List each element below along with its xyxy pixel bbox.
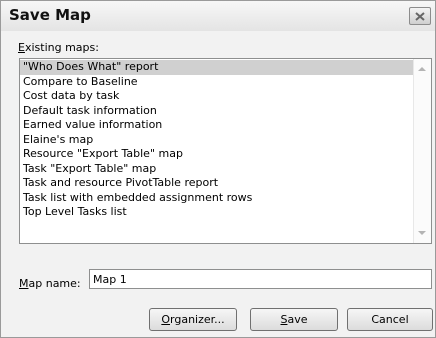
existing-maps-list[interactable]: "Who Does What" report Compare to Baselin… xyxy=(19,58,432,244)
map-name-input[interactable] xyxy=(89,269,432,289)
cancel-button[interactable]: Cancel xyxy=(347,308,433,331)
scroll-down-arrow-icon[interactable] xyxy=(418,231,426,235)
list-item[interactable]: Resource "Export Table" map xyxy=(20,147,413,162)
existing-maps-items: "Who Does What" report Compare to Baselin… xyxy=(20,60,413,243)
close-icon xyxy=(415,11,425,21)
list-item[interactable]: Top Level Tasks list xyxy=(20,205,413,220)
save-button[interactable]: Save xyxy=(250,308,338,331)
map-name-label: Map name: xyxy=(19,277,81,290)
list-scrollbar[interactable] xyxy=(413,59,431,243)
list-item[interactable]: Task "Export Table" map xyxy=(20,162,413,177)
list-item[interactable]: Default task information xyxy=(20,104,413,119)
existing-maps-label: Existing maps: xyxy=(18,41,99,54)
list-item[interactable]: Task list with embedded assignment rows xyxy=(20,191,413,206)
list-item[interactable]: "Who Does What" report xyxy=(20,60,413,75)
close-button[interactable] xyxy=(409,7,431,25)
organizer-button[interactable]: Organizer... xyxy=(149,308,237,331)
list-item[interactable]: Compare to Baseline xyxy=(20,75,413,90)
list-item[interactable]: Cost data by task xyxy=(20,89,413,104)
title-bar: Save Map xyxy=(1,1,435,31)
list-item[interactable]: Elaine's map xyxy=(20,133,413,148)
dialog-title: Save Map xyxy=(9,6,91,24)
save-map-dialog: Save Map Existing maps: "Who Does What" … xyxy=(0,0,436,338)
scroll-up-arrow-icon[interactable] xyxy=(418,67,426,71)
list-item[interactable]: Task and resource PivotTable report xyxy=(20,176,413,191)
list-item[interactable]: Earned value information xyxy=(20,118,413,133)
